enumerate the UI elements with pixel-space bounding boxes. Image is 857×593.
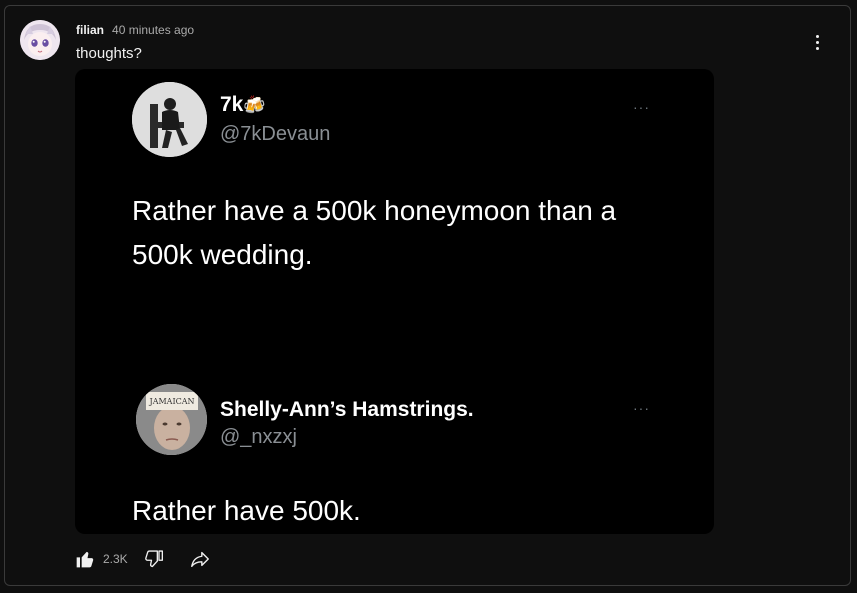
- attached-image[interactable]: 7k🍻 @7kDevaun ··· Rather have a 500k hon…: [75, 69, 714, 534]
- tweet-more-icon: ···: [633, 99, 650, 115]
- like-count: 2.3K: [103, 552, 128, 566]
- comment-timestamp[interactable]: 40 minutes ago: [112, 23, 194, 37]
- comment-text: thoughts?: [76, 45, 142, 62]
- share-icon[interactable]: [188, 547, 212, 571]
- tweet-handle: @_nxzxj: [220, 426, 297, 448]
- beer-mugs-icon: 🍻: [243, 95, 266, 115]
- author-name[interactable]: filian: [76, 23, 104, 37]
- avatar[interactable]: [20, 20, 60, 60]
- tweet-avatar-shelly: JAMAICAN: [136, 384, 207, 455]
- avatar-anime-icon: [20, 20, 60, 60]
- tweet-avatar-7k: [132, 82, 207, 157]
- author-line: filian 40 minutes ago: [76, 23, 194, 39]
- more-vert-icon[interactable]: [805, 30, 829, 54]
- like-icon[interactable]: [73, 547, 97, 571]
- tweet-author-name: Shelly-Ann’s Hamstrings.: [220, 398, 474, 421]
- comment-actions: 2.3K: [73, 546, 212, 572]
- person-silhouette-icon: [132, 82, 207, 157]
- comment-card: filian 40 minutes ago thoughts? 7k🍻 @7kD…: [4, 5, 851, 586]
- tweet-more-icon: ···: [633, 400, 650, 416]
- tweet-text: Rather have 500k.: [132, 495, 361, 526]
- tweet-author-name: 7k🍻: [220, 93, 266, 116]
- svg-text:JAMAICAN: JAMAICAN: [148, 397, 194, 406]
- dislike-icon[interactable]: [142, 547, 166, 571]
- tweet-handle: @7kDevaun: [220, 123, 331, 145]
- face-with-sign-icon: JAMAICAN: [136, 384, 207, 455]
- tweet-text: Rather have a 500k honeymoon than a 500k…: [132, 195, 617, 270]
